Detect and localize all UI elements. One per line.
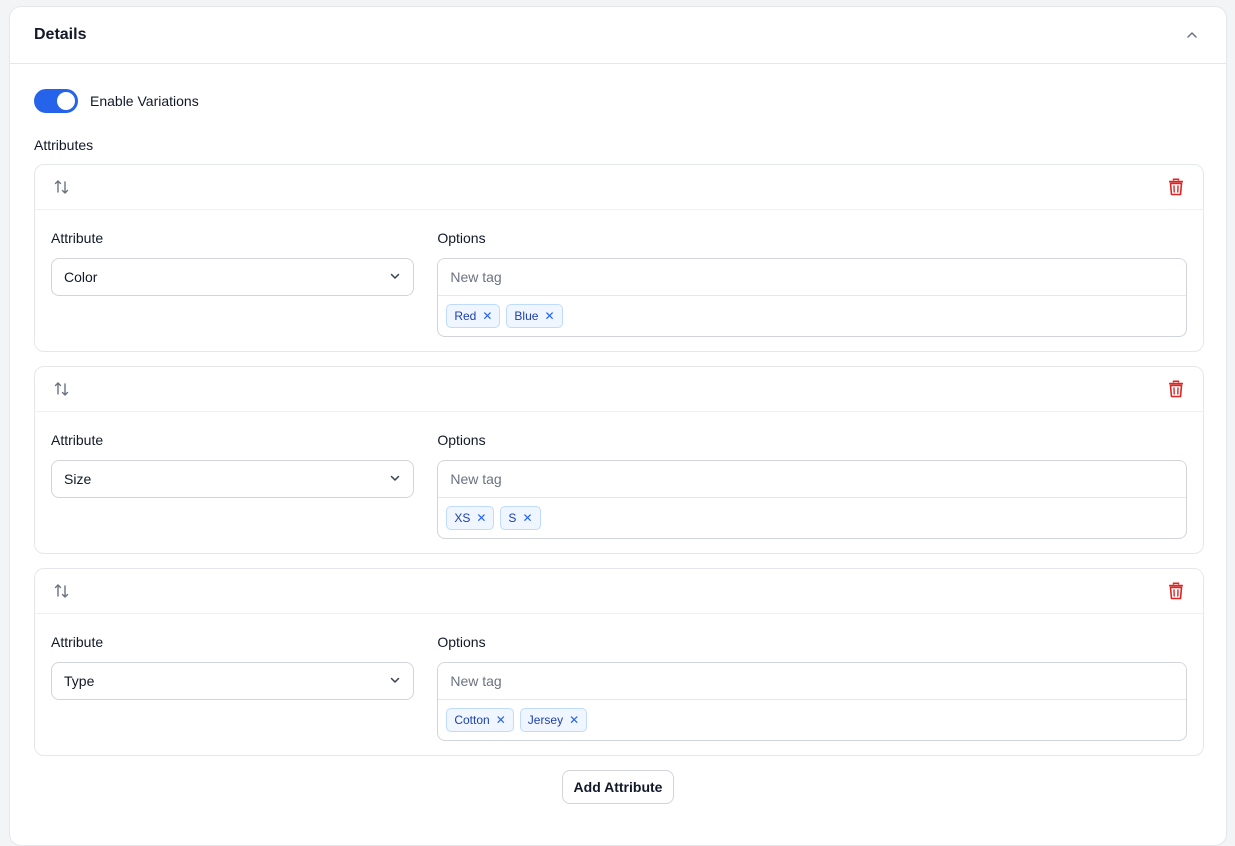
- close-icon[interactable]: ✕: [476, 512, 486, 524]
- option-tag-label: S: [508, 511, 517, 525]
- chevron-down-icon: [389, 269, 401, 285]
- add-attribute-button[interactable]: Add Attribute: [561, 770, 675, 804]
- attribute-select-value: Size: [64, 471, 92, 487]
- option-tag: S ✕: [500, 506, 541, 530]
- option-tag: Cotton ✕: [446, 708, 514, 732]
- attribute-card-header: [35, 367, 1203, 412]
- options-column: Options Cotton ✕ Jersey ✕: [437, 634, 1187, 741]
- attribute-column: Attribute Size: [51, 432, 415, 539]
- option-tag: XS ✕: [446, 506, 495, 530]
- close-icon[interactable]: ✕: [522, 512, 532, 524]
- attribute-column: Attribute Type: [51, 634, 415, 741]
- tag-box: Red ✕ Blue ✕: [437, 258, 1187, 337]
- panel-title: Details: [34, 26, 87, 43]
- attribute-card: Attribute Color Options Red ✕ Blue ✕: [34, 164, 1204, 352]
- options-label: Options: [437, 230, 486, 246]
- attribute-column: Attribute Color: [51, 230, 415, 337]
- options-column: Options Red ✕ Blue ✕: [437, 230, 1187, 337]
- attribute-label: Attribute: [51, 432, 104, 448]
- attribute-select-value: Type: [64, 673, 95, 689]
- chevron-down-icon: [389, 471, 401, 487]
- attribute-card-body: Attribute Color Options Red ✕ Blue ✕: [35, 210, 1203, 337]
- attribute-card-body: Attribute Size Options XS✕S✕: [35, 412, 1203, 539]
- option-tag: Blue ✕: [506, 304, 563, 328]
- attribute-card: Attribute Size Options XS✕S✕: [34, 366, 1204, 554]
- tag-list: XS ✕ S ✕: [438, 498, 1186, 538]
- attributes-heading: Attributes: [34, 137, 94, 153]
- close-icon[interactable]: ✕: [482, 310, 492, 322]
- attribute-label: Attribute: [51, 230, 104, 246]
- enable-variations-label: Enable Variations: [90, 92, 199, 109]
- arrows-up-down-icon[interactable]: [51, 378, 73, 400]
- attribute-select[interactable]: Color: [51, 258, 415, 296]
- attribute-list: Attribute Color Options Red ✕ Blue ✕: [34, 164, 1204, 756]
- chevron-down-icon: [389, 673, 401, 689]
- details-panel: Details Enable Variations Attributes Att…: [9, 6, 1227, 846]
- option-tag-label: XS: [454, 511, 471, 525]
- trash-icon[interactable]: [1165, 176, 1187, 198]
- option-tag-label: Blue: [514, 309, 539, 323]
- attribute-card-header: [35, 165, 1203, 210]
- trash-icon[interactable]: [1165, 580, 1187, 602]
- panel-header: Details: [10, 7, 1226, 64]
- option-tag-label: Red: [454, 309, 477, 323]
- option-tag-label: Jersey: [527, 713, 564, 727]
- attribute-card-header: [35, 569, 1203, 614]
- new-tag-input[interactable]: [438, 259, 1186, 296]
- attribute-select[interactable]: Type: [51, 662, 415, 700]
- new-tag-input[interactable]: [438, 461, 1186, 498]
- attribute-select[interactable]: Size: [51, 460, 415, 498]
- variations-toggle-row: Enable Variations: [34, 88, 1202, 113]
- tag-box: Cotton ✕ Jersey ✕: [437, 662, 1187, 741]
- attribute-card: Attribute Type Options Cotton ✕ Jersey ✕: [34, 568, 1204, 756]
- option-tag: Jersey ✕: [519, 708, 588, 732]
- toggle-knob: [57, 91, 75, 110]
- enable-variations-toggle[interactable]: [34, 88, 78, 113]
- arrows-up-down-icon[interactable]: [51, 580, 73, 602]
- arrows-up-down-icon[interactable]: [51, 176, 73, 198]
- tag-list: Cotton ✕ Jersey ✕: [438, 700, 1186, 740]
- add-attribute-row: Add Attribute: [34, 770, 1202, 804]
- tag-box: XS✕S✕: [437, 460, 1187, 539]
- close-icon[interactable]: ✕: [496, 714, 506, 726]
- chevron-up-icon[interactable]: [1182, 25, 1202, 45]
- options-label: Options: [437, 634, 486, 650]
- tag-list: Red ✕ Blue ✕: [438, 296, 1186, 336]
- option-tag: Red ✕: [446, 304, 501, 328]
- attribute-card-body: Attribute Type Options Cotton ✕ Jersey ✕: [35, 614, 1203, 741]
- attribute-select-value: Color: [64, 269, 98, 285]
- panel-body: Enable Variations Attributes Attribute C…: [10, 64, 1226, 804]
- close-icon[interactable]: ✕: [544, 310, 554, 322]
- attribute-label: Attribute: [51, 634, 104, 650]
- close-icon[interactable]: ✕: [569, 714, 579, 726]
- option-tag-label: Cotton: [454, 713, 490, 727]
- options-label: Options: [437, 432, 486, 448]
- new-tag-input[interactable]: [438, 663, 1186, 700]
- trash-icon[interactable]: [1165, 378, 1187, 400]
- options-column: Options XS✕S✕: [437, 432, 1187, 539]
